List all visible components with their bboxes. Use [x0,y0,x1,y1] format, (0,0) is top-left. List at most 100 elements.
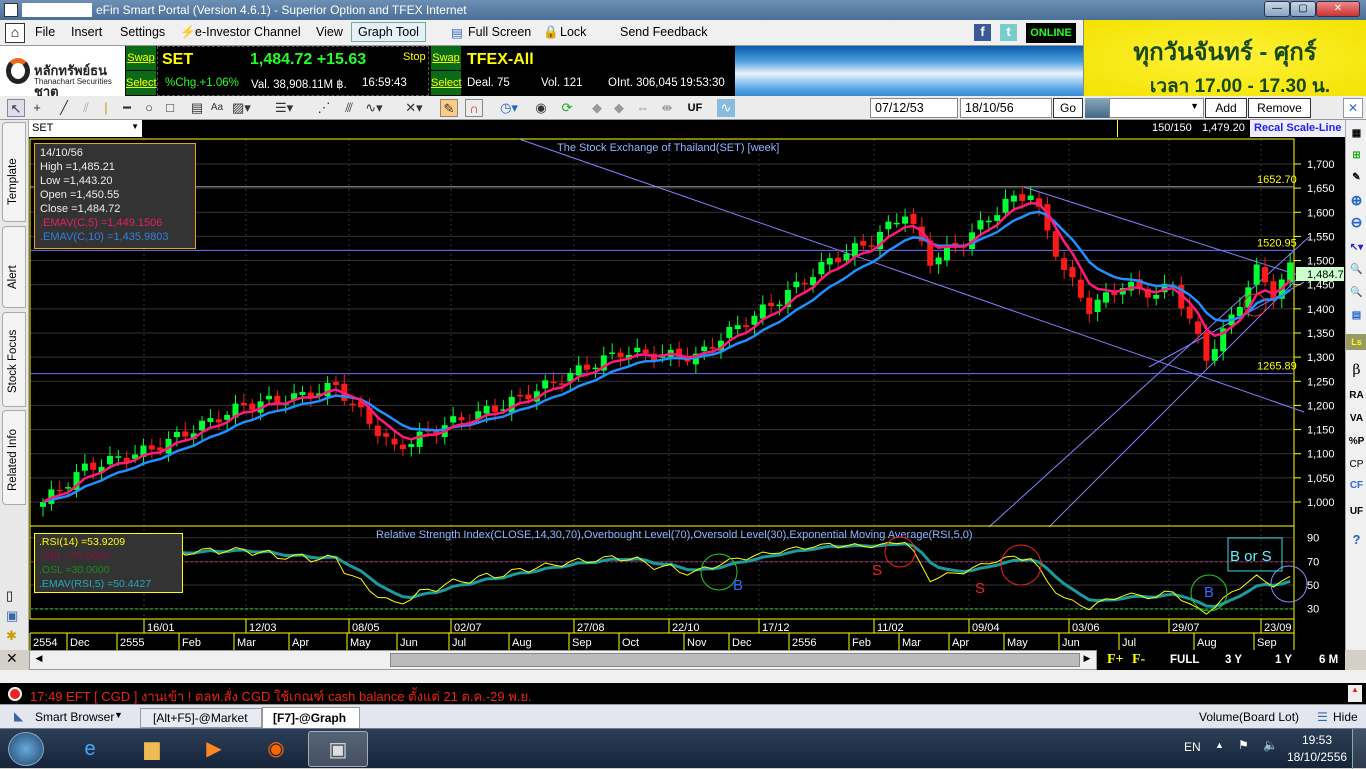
twitter-icon[interactable]: t [1000,24,1017,41]
range-6m-button[interactable]: 6 M [1319,654,1338,666]
recal-scale-line-button[interactable]: Recal Scale-Line [1250,120,1345,137]
fan-tool-icon[interactable]: ⋰ [315,99,333,117]
new-file-icon[interactable]: ▯ [6,588,13,604]
facebook-icon[interactable]: f [974,24,991,41]
uf-button[interactable]: UF [686,99,704,117]
edit-icon[interactable]: ✎ [1346,168,1366,188]
smart-browser-button[interactable]: Smart Browser [35,710,114,724]
tab-alert[interactable]: Alert [2,226,26,308]
line-style-icon[interactable]: ☰▾ [275,99,293,117]
menu-lock[interactable]: Lock [560,25,586,39]
menu-view[interactable]: View [316,25,343,39]
delete-tool-icon[interactable]: ✕▾ [405,99,423,117]
scroll-thumb[interactable] [390,653,1080,667]
beta-icon[interactable]: β [1346,360,1366,380]
price-chart[interactable]: 1652.70 1520.95 1265.89 The Stock Exchange… [29,137,1345,650]
settings-icon[interactable]: ✱ [6,628,17,644]
tab-related-info[interactable]: Related Info [2,410,26,505]
cursor-menu-icon[interactable]: ↖▾ [1346,238,1366,258]
action-center-icon[interactable]: ⚑ [1238,738,1249,752]
palette-icon[interactable]: ◉ [532,99,550,117]
refresh-icon[interactable]: ⟳ [558,99,576,117]
tab-graph[interactable]: [F7]-@Graph [262,707,360,729]
clock-time[interactable]: 19:53 [1302,733,1332,747]
range-3y-button[interactable]: 3 Y [1225,654,1242,666]
text-tool-icon[interactable]: Aa [208,99,226,117]
ra-button[interactable]: RA [1346,386,1366,406]
news-scroll-up[interactable]: ▲ [1348,685,1362,702]
cf-button[interactable]: CF [1346,476,1366,496]
add-button[interactable]: Add [1205,98,1247,118]
scroll-right-arrow[interactable]: ▶ [1080,653,1094,667]
ls-icon[interactable]: Ls [1346,334,1366,350]
magnify-minus-icon[interactable]: 🔍 [1346,283,1366,303]
menu-graph-tool[interactable]: Graph Tool [351,22,426,42]
menu-e-investor-channel[interactable]: e-Investor Channel [195,25,301,39]
compress-icon[interactable]: ⇼ [658,99,676,117]
tab-market[interactable]: [Alt+F5]-@Market [140,708,262,728]
chart-icon[interactable]: ∿ [717,99,735,117]
line-tool-icon[interactable]: ╱ [55,99,73,117]
table-icon[interactable]: ▦ [1346,124,1366,144]
tab-stock-focus[interactable]: Stock Focus [2,312,26,407]
chart-canvas[interactable]: 1652.70 1520.95 1265.89 The Stock Exchange… [29,137,1345,650]
tray-expand-icon[interactable]: ▲ [1215,740,1224,750]
set-select-link[interactable]: Select [126,71,157,95]
zoom-plus-icon[interactable]: ⊕ [1346,190,1366,210]
go-button[interactable]: Go [1053,98,1083,118]
va-button[interactable]: VA [1346,409,1366,429]
rectangle-tool-icon[interactable]: □ [161,99,179,117]
menu-full-screen[interactable]: Full Screen [468,25,531,39]
font-decrease-button[interactable]: F- [1132,652,1145,668]
tab-template[interactable]: Template [2,122,26,222]
menu-send-feedback[interactable]: Send Feedback [620,25,708,39]
note-tool-icon[interactable]: ▤ [188,99,206,117]
home-icon[interactable]: ⌂ [5,23,25,43]
close-chart-icon[interactable]: ✕ [6,650,18,667]
fill-style-icon[interactable]: ▨▾ [232,99,251,117]
percent-p-button[interactable]: %P [1346,432,1366,452]
add-chart-icon[interactable]: ⊞ [1346,146,1366,166]
firefox-icon[interactable]: ◉ [246,731,306,767]
show-desktop-button[interactable] [1352,729,1366,769]
menu-insert[interactable]: Insert [71,25,102,39]
volume-icon[interactable]: 🔈 [1263,738,1278,752]
help-icon[interactable]: ? [1346,530,1366,550]
font-increase-button[interactable]: F+ [1107,652,1124,668]
chart-scrollbar[interactable]: ◀ ▶ [29,650,1097,670]
hide-button[interactable]: Hide [1333,710,1358,724]
close-panel-icon[interactable]: ✕ [1343,98,1363,118]
range-full-button[interactable]: FULL [1170,654,1199,666]
ad-banner[interactable]: ทุกวันจันทร์ - ศุกร์ เวลา 17.00 - 17.30 … [1083,20,1366,97]
clock-date[interactable]: 18/10/2556 [1287,750,1347,764]
menu-settings[interactable]: Settings [120,25,165,39]
crosshair-tool-icon[interactable]: + [28,99,46,117]
explorer-icon[interactable]: ▆ [122,731,182,767]
pointer-tool-icon[interactable]: ↖ [7,99,25,117]
uf-side-button[interactable]: UF [1346,502,1366,522]
wave-tool-icon[interactable]: ∿▾ [365,99,383,117]
circle-tool-icon[interactable]: ○ [140,99,158,117]
zoom-minus-icon[interactable]: ⊖ [1346,212,1366,232]
range-1y-button[interactable]: 1 Y [1275,654,1292,666]
template-select[interactable]: ▼ [1109,98,1204,118]
language-indicator[interactable]: EN [1184,740,1201,754]
channel-tool-icon[interactable]: ⫻ [340,99,358,117]
horizontal-line-icon[interactable]: ━ [118,99,136,117]
media-player-icon[interactable]: ▶ [184,731,244,767]
expand-icon[interactable]: ⇔ [634,99,652,117]
folder-icon[interactable] [1085,98,1109,118]
magnify-plus-icon[interactable]: 🔍 [1346,260,1366,280]
remove-button[interactable]: Remove [1248,98,1311,118]
close-button[interactable]: ✕ [1316,1,1360,17]
cp-button[interactable]: CP [1346,455,1366,475]
window-icon[interactable]: ▤ [1346,306,1366,326]
scroll-left-icon[interactable]: ◆ [588,99,606,117]
date-to-input[interactable]: 18/10/56 [960,98,1052,118]
parallel-line-icon[interactable]: ⫽ [77,99,95,117]
start-button[interactable] [8,732,44,766]
date-from-input[interactable]: 07/12/53 [870,98,958,118]
scroll-left-arrow[interactable]: ◀ [32,653,46,667]
tfex-swap-link[interactable]: Swap [431,46,461,70]
pencil-icon[interactable]: ✎ [440,99,458,117]
